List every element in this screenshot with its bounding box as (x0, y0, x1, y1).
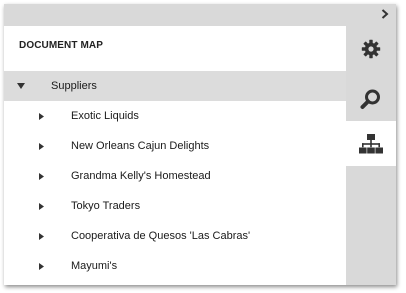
tree-node[interactable]: Grandma Kelly's Homestead (4, 161, 346, 191)
tree-node-label[interactable]: Cooperativa de Quesos 'Las Cabras' (71, 230, 250, 242)
expand-toggle[interactable] (36, 111, 46, 121)
tree-node-label[interactable]: Exotic Liquids (71, 110, 139, 122)
gear-icon (361, 39, 381, 58)
caret-right-icon (38, 142, 44, 150)
document-map-button[interactable] (346, 121, 396, 166)
expand-toggle[interactable] (36, 231, 46, 241)
parameters-button[interactable] (346, 26, 396, 71)
tree-node-root[interactable]: Suppliers (4, 71, 346, 101)
tree-node[interactable]: Tokyo Traders (4, 191, 346, 221)
tree-node-label[interactable]: New Orleans Cajun Delights (71, 140, 209, 152)
caret-right-icon (38, 262, 44, 270)
tree-node[interactable]: New Orleans Cajun Delights (4, 131, 346, 161)
collapse-panel-button[interactable] (378, 6, 392, 22)
panel-sidebar (346, 26, 396, 285)
tree-node-label[interactable]: Tokyo Traders (71, 200, 140, 212)
tree-node-label[interactable]: Mayumi's (71, 260, 117, 272)
search-icon (360, 89, 380, 109)
expand-toggle[interactable] (36, 261, 46, 271)
document-map-icon (359, 133, 383, 153)
expand-toggle[interactable] (36, 171, 46, 181)
tree-node[interactable]: Mayumi's (4, 251, 346, 281)
expand-toggle[interactable] (36, 201, 46, 211)
expand-toggle[interactable] (16, 81, 26, 91)
tree-node[interactable]: Exotic Liquids (4, 101, 346, 131)
chevron-right-icon (381, 9, 389, 19)
caret-right-icon (38, 202, 44, 210)
caret-right-icon (38, 112, 44, 120)
document-map-panel-frame: DOCUMENT MAP Suppliers Exotic Liquids Ne… (4, 4, 396, 285)
caret-down-icon (17, 83, 25, 89)
search-button[interactable] (346, 76, 396, 121)
expand-toggle[interactable] (36, 141, 46, 151)
caret-right-icon (38, 172, 44, 180)
caret-right-icon (38, 232, 44, 240)
tree-node[interactable]: Cooperativa de Quesos 'Las Cabras' (4, 221, 346, 251)
panel-title: DOCUMENT MAP (19, 40, 103, 51)
tree-node-label[interactable]: Grandma Kelly's Homestead (71, 170, 211, 182)
panel-top-bar (4, 4, 396, 26)
tree-node-label[interactable]: Suppliers (51, 80, 97, 92)
document-map-panel: DOCUMENT MAP Suppliers Exotic Liquids Ne… (4, 26, 346, 285)
